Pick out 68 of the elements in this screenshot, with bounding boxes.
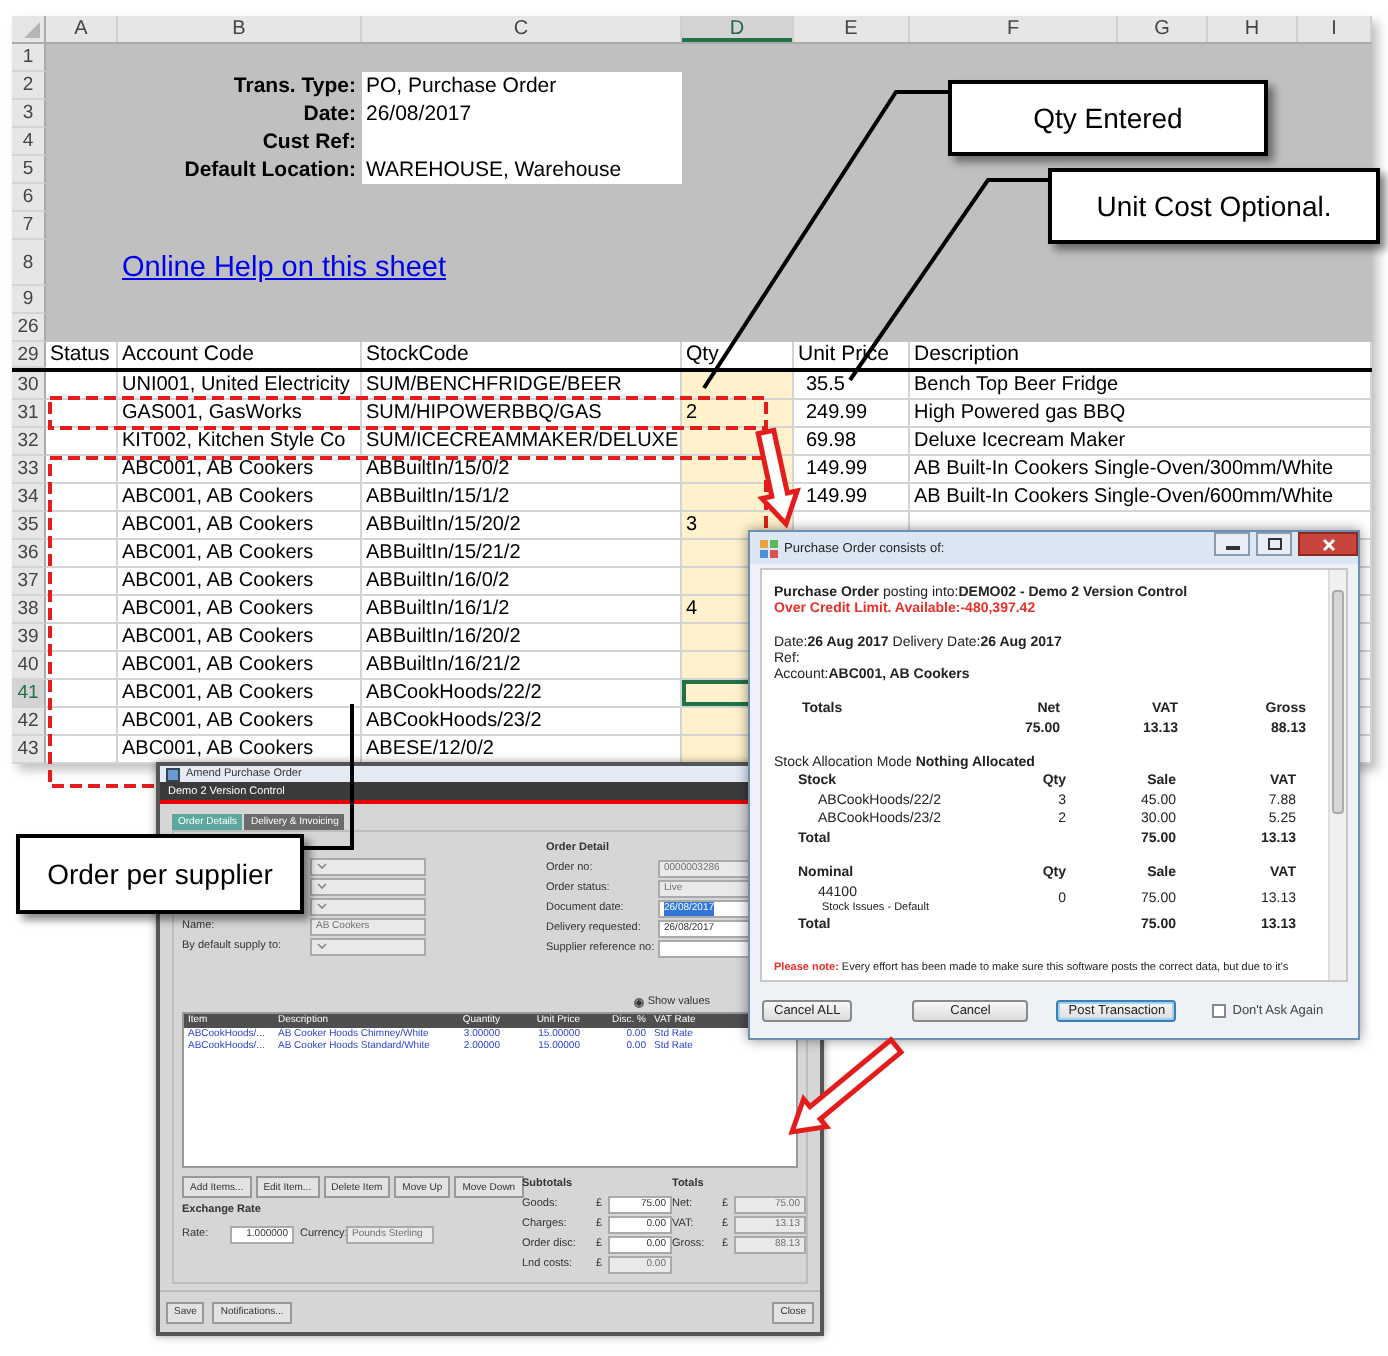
field-label: Cust Ref:	[260, 128, 358, 156]
column-heading: Qty	[682, 342, 794, 368]
row-number[interactable]: 30	[12, 372, 46, 400]
column-header[interactable]: B	[118, 16, 362, 42]
help-link[interactable]: Online Help on this sheet	[118, 252, 447, 286]
caret-icon	[316, 942, 328, 951]
row-number[interactable]: 31	[12, 400, 46, 428]
row-number[interactable]: 36	[12, 540, 46, 568]
dropdown-field[interactable]	[310, 857, 426, 876]
callout-box: Unit Cost Optional.	[1048, 168, 1380, 244]
row-number[interactable]: 41	[12, 680, 46, 708]
row-number[interactable]: 33	[12, 456, 46, 484]
column-heading: Description	[910, 342, 1372, 368]
row-number[interactable]: 7	[12, 212, 46, 240]
row-number[interactable]: 32	[12, 428, 46, 456]
column-header[interactable]: F	[910, 16, 1118, 42]
row-number[interactable]: 3	[12, 100, 46, 128]
qty-cell[interactable]	[682, 372, 794, 400]
dropdown-field[interactable]	[310, 877, 426, 896]
radio-button[interactable]	[633, 997, 644, 1008]
scrollbar-thumb[interactable]	[1332, 590, 1344, 814]
row-number[interactable]: 35	[12, 512, 46, 540]
row-number[interactable]: 1	[12, 44, 46, 72]
window-icon	[166, 767, 180, 782]
row-number[interactable]: 40	[12, 652, 46, 680]
maximize-icon	[1267, 538, 1281, 550]
column-header[interactable]: D	[682, 16, 794, 42]
row-number[interactable]: 38	[12, 596, 46, 624]
qty-cell[interactable]: 2	[682, 400, 794, 428]
row-number[interactable]: 5	[12, 156, 46, 184]
column-header[interactable]: E	[794, 16, 910, 42]
row-number[interactable]: 26	[12, 314, 46, 342]
table-cell	[46, 736, 118, 764]
row-number[interactable]: 37	[12, 568, 46, 596]
dropdown-field[interactable]	[310, 937, 426, 956]
column-heading: StockCode	[362, 342, 682, 368]
column-header[interactable]: I	[1298, 16, 1372, 42]
column-header[interactable]: G	[1118, 16, 1208, 42]
column-heading: Account Code	[118, 342, 362, 368]
callout-box: Order per supplier	[16, 834, 304, 914]
dropdown-field[interactable]	[310, 897, 426, 916]
row-number[interactable]: 6	[12, 184, 46, 212]
row-number[interactable]: 2	[12, 72, 46, 100]
scrollbar[interactable]	[1328, 570, 1346, 980]
close-button[interactable]	[1298, 532, 1358, 556]
row-number[interactable]: 43	[12, 736, 46, 764]
close-icon	[1321, 537, 1335, 551]
maximize-button[interactable]	[1256, 532, 1292, 556]
column-heading: Status	[46, 342, 118, 368]
row-number[interactable]: 8	[12, 240, 46, 286]
column-header[interactable]: A	[46, 16, 118, 42]
row-number[interactable]: 9	[12, 286, 46, 314]
field-label: Date:	[301, 100, 358, 128]
minimize-button[interactable]	[1214, 532, 1250, 556]
window-icon	[760, 539, 778, 557]
callout-box: Qty Entered	[948, 80, 1268, 156]
row-number[interactable]: 4	[12, 128, 46, 156]
column-header[interactable]: H	[1208, 16, 1298, 42]
field-value[interactable]: 26/08/2017	[362, 100, 682, 128]
row-number[interactable]: 42	[12, 708, 46, 736]
field-label: Default Location:	[182, 156, 358, 184]
field-value[interactable]: PO, Purchase Order	[362, 72, 682, 100]
field-value[interactable]: WAREHOUSE, Warehouse	[362, 156, 682, 184]
row-number[interactable]: 29	[12, 342, 46, 368]
field-label: Trans. Type:	[231, 72, 358, 100]
row-number[interactable]: 39	[12, 624, 46, 652]
checkbox[interactable]	[1212, 1003, 1227, 1017]
row-number[interactable]: 34	[12, 484, 46, 512]
